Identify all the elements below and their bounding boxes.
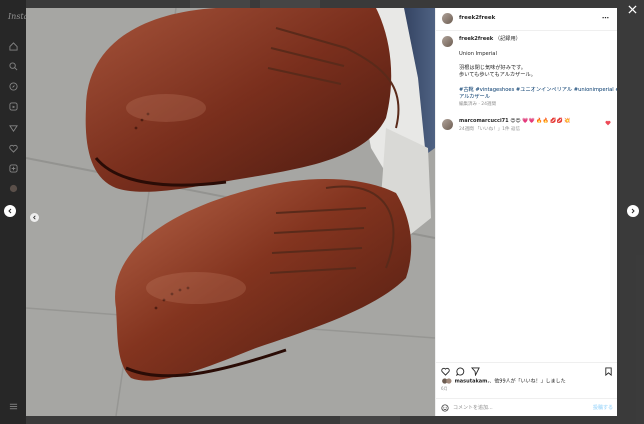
- post-side-panel: freek2freek ⋯ freek2freek （記録用） Union Im…: [435, 8, 617, 416]
- chevron-left-icon: [8, 208, 12, 214]
- like-heart-icon[interactable]: [441, 367, 450, 376]
- author-avatar[interactable]: [442, 13, 453, 24]
- comment-item: marcomarcucci71 😍😍 💗💗 🔥🔥 💋💋 💥 24週間 「いいね！…: [459, 118, 609, 133]
- emoji-icon[interactable]: [441, 404, 449, 412]
- caption-line: Union Imperial: [459, 50, 497, 57]
- post-actions: [436, 362, 617, 377]
- photo-previous-button[interactable]: [30, 213, 39, 222]
- chevron-left-icon: [33, 215, 36, 220]
- more-horizontal-icon[interactable]: ⋯: [602, 14, 610, 22]
- author-username[interactable]: freek2freek: [459, 15, 495, 21]
- post-date: 6月: [441, 386, 448, 391]
- caption-author-avatar[interactable]: [442, 36, 453, 47]
- post-modal: freek2freek ⋯ freek2freek （記録用） Union Im…: [26, 8, 617, 416]
- chevron-right-icon: [631, 208, 635, 214]
- comment-input[interactable]: [453, 403, 583, 413]
- post-comment-button[interactable]: 投稿する: [593, 404, 613, 411]
- likes-text[interactable]: 、他99人が「いいね！」しました: [489, 379, 565, 385]
- comment-bubble-icon[interactable]: [456, 367, 465, 376]
- close-icon[interactable]: [627, 4, 637, 14]
- likes-summary: masutakam.、他99人が「いいね！」しました: [441, 378, 616, 386]
- comment-like-heart-icon[interactable]: [605, 120, 611, 126]
- liker-avatars-icon: [442, 378, 452, 384]
- shoe-photo-illustration: [26, 8, 435, 416]
- save-bookmark-icon[interactable]: [604, 367, 613, 376]
- caption-edited-label: （記録用）: [494, 36, 521, 42]
- caption-username[interactable]: freek2freek: [459, 36, 493, 42]
- next-post-button[interactable]: [627, 205, 639, 217]
- share-send-icon[interactable]: [471, 367, 480, 376]
- post-header: freek2freek ⋯: [436, 8, 617, 31]
- add-comment-bar: 投稿する: [436, 398, 617, 416]
- comment-text: 😍😍 💗💗 🔥🔥 💋💋 💥: [510, 118, 571, 124]
- caption-line: [459, 80, 611, 87]
- caption-meta: 編集済み · 24週間: [459, 101, 497, 107]
- caption-hashtags[interactable]: アルカザール: [459, 94, 611, 101]
- comment-meta[interactable]: 24週間 「いいね！」1件 返信: [459, 127, 520, 132]
- likes-user[interactable]: masutakam.: [455, 379, 490, 385]
- previous-post-button[interactable]: [4, 205, 16, 217]
- post-caption: freek2freek （記録用） Union Imperial 羽根は閉じ気味…: [459, 36, 617, 108]
- post-photo: [26, 8, 435, 416]
- comment-username[interactable]: marcomarcucci71: [459, 118, 509, 124]
- commenter-avatar[interactable]: [442, 119, 453, 130]
- caption-line: 歩いても歩いてもアルカザール。: [459, 72, 536, 79]
